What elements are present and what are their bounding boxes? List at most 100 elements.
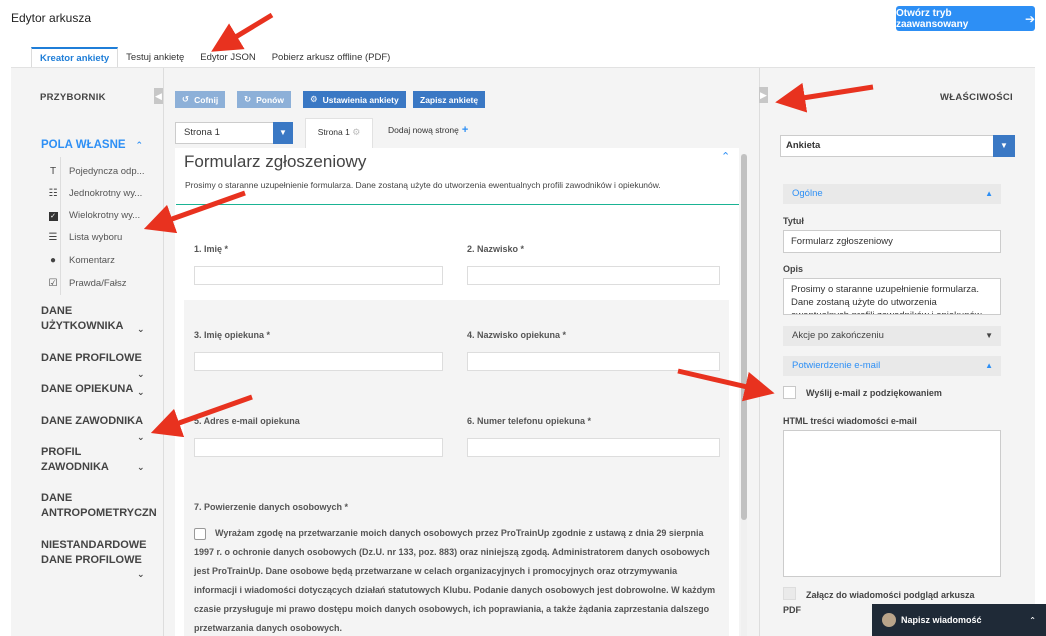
scrollbar-thumb[interactable]: [741, 154, 747, 520]
email-html-textarea[interactable]: [783, 430, 1001, 577]
toolbox-item-checkbox[interactable]: ✓ Wielokrotny wy...: [44, 204, 140, 226]
question-title[interactable]: 1. Imię *: [194, 244, 228, 254]
category-anthropometric-data[interactable]: DANE ANTROPOMETRYCZN: [41, 491, 161, 521]
chevron-down-icon: ⌄: [137, 387, 145, 397]
page-select-value: Strona 1: [184, 127, 220, 138]
last-name-input[interactable]: [467, 266, 720, 285]
editor-tabs: Kreator ankiety Testuj ankietę Edytor JS…: [31, 47, 398, 68]
survey-title[interactable]: Formularz zgłoszeniowy: [184, 152, 366, 172]
category-custom-profile-data[interactable]: NIESTANDARDOWE DANE PROFILOWE ⌄: [41, 538, 153, 579]
dropdown-icon: ☰: [48, 231, 58, 243]
chevron-down-icon[interactable]: ▼: [273, 122, 293, 144]
question-title[interactable]: 6. Numer telefonu opiekuna *: [467, 416, 591, 426]
category-label: NIESTANDARDOWE DANE PROFILOWE: [41, 539, 147, 566]
send-email-checkbox[interactable]: [783, 386, 796, 399]
question-title[interactable]: 7. Powierzenie danych osobowych *: [194, 502, 348, 512]
consent-text: Wyrażam zgodę na przetwarzanie moich dan…: [194, 528, 716, 633]
category-guardian-data[interactable]: DANE OPIEKUNA ⌄: [41, 382, 151, 397]
section-after-complete[interactable]: Akcje po zakończeniu ▼: [783, 326, 1001, 346]
collapse-page-icon[interactable]: ⌃: [721, 150, 730, 163]
object-select-value: Ankieta: [786, 140, 821, 151]
toolbox-item-boolean[interactable]: ☑ Prawda/Fałsz: [44, 272, 127, 294]
question-title[interactable]: 2. Nazwisko *: [467, 244, 524, 254]
description-textarea[interactable]: Prosimy o staranne uzupełnienie formular…: [783, 278, 1001, 315]
toolbox-item-label: Wielokrotny wy...: [69, 209, 141, 221]
survey-settings-label: Ustawienia ankiety: [322, 94, 399, 105]
question-row: [184, 386, 729, 472]
section-general[interactable]: Ogólne ▲: [783, 184, 1001, 204]
advanced-mode-button[interactable]: Otwórz tryb zaawansowany ➔: [896, 6, 1035, 31]
object-select[interactable]: Ankieta ▼: [780, 135, 1015, 157]
page-tab[interactable]: Strona 1 ⚙: [305, 118, 373, 148]
first-name-input[interactable]: [194, 266, 443, 285]
add-page-button[interactable]: Dodaj nową stronę +: [388, 124, 468, 136]
title-label: Tytuł: [783, 216, 804, 226]
question-title[interactable]: 4. Nazwisko opiekuna *: [467, 330, 566, 340]
section-label: Potwierdzenie e-mail: [792, 360, 881, 371]
description-label: Opis: [783, 264, 804, 274]
toolbox-group-header[interactable]: POLA WŁASNE ⌃: [41, 139, 143, 151]
category-user-data[interactable]: DANE UŻYTKOWNIKA ⌄: [41, 304, 145, 334]
avatar: [882, 613, 896, 627]
chevron-up-icon: ▲: [985, 361, 993, 370]
toolbox-collapse-icon[interactable]: ◀: [154, 88, 163, 104]
chevron-down-icon: ⌄: [137, 432, 145, 442]
category-profile-data[interactable]: DANE PROFILOWE ⌄: [41, 351, 151, 379]
toolbox-group-label: POLA WŁASNE: [41, 139, 126, 151]
chevron-up-icon: ⌃: [135, 139, 144, 150]
arrow-right-icon: ➔: [1024, 11, 1035, 26]
chat-widget[interactable]: Napisz wiadomość ⌃: [872, 604, 1046, 636]
tab-json-editor[interactable]: Edytor JSON: [192, 47, 263, 68]
category-label: DANE ANTROPOMETRYCZN: [41, 492, 157, 519]
toolbox-item-text[interactable]: T Pojedyncza odp...: [44, 160, 145, 182]
advanced-mode-label: Otwórz tryb zaawansowany: [896, 7, 969, 30]
toolbox-item-dropdown[interactable]: ☰ Lista wyboru: [44, 226, 123, 248]
toolbox-item-radiogroup[interactable]: ☷ Jednokrotny wy...: [44, 182, 143, 204]
page-tab-label: Strona 1: [317, 127, 350, 137]
question-title[interactable]: 5. Adres e-mail opiekuna: [194, 416, 300, 426]
text-icon: T: [49, 165, 57, 177]
attach-pdf-label: Załącz do wiadomości podgląd arkusza: [806, 590, 975, 600]
undo-button[interactable]: ↺ Cofnij: [175, 91, 226, 108]
checkbox-icon: ✓: [48, 211, 58, 221]
save-survey-button[interactable]: Zapisz ankietę: [413, 91, 486, 108]
toolbox-item-label: Pojedyncza odp...: [69, 165, 145, 177]
title-input[interactable]: Formularz zgłoszeniowy: [783, 230, 1001, 253]
gear-icon[interactable]: ⚙: [352, 127, 360, 137]
question-title[interactable]: 3. Imię opiekuna *: [194, 330, 270, 340]
tab-designer[interactable]: Kreator ankiety: [31, 47, 119, 68]
attach-pdf-checkbox[interactable]: [783, 587, 796, 600]
send-email-label: Wyślij e-mail z podziękowaniem: [806, 388, 942, 398]
guardian-last-name-input[interactable]: [467, 352, 720, 371]
guardian-phone-input[interactable]: [467, 438, 720, 457]
chevron-down-icon: ⌄: [137, 462, 145, 472]
guardian-email-input[interactable]: [194, 438, 443, 457]
chevron-down-icon: ▼: [985, 331, 993, 340]
add-page-label: Dodaj nową stronę: [388, 125, 459, 135]
chevron-down-icon[interactable]: ▼: [993, 135, 1015, 157]
category-label: DANE UŻYTKOWNIKA: [41, 305, 124, 332]
tab-download-pdf[interactable]: Pobierz arkusz offline (PDF): [264, 47, 399, 68]
email-html-label: HTML treści wiadomości e-mail: [783, 416, 917, 426]
survey-settings-button[interactable]: ⚙ Ustawienia ankiety: [303, 91, 406, 108]
page-select[interactable]: Strona 1 ▼: [175, 122, 293, 144]
redo-icon: ↻: [244, 94, 252, 104]
redo-button[interactable]: ↻ Ponów: [237, 91, 291, 108]
section-email-confirmation[interactable]: Potwierdzenie e-mail ▲: [783, 356, 1001, 376]
chevron-down-icon: ⌄: [137, 569, 145, 579]
question-row: [184, 300, 729, 386]
boolean-icon: ☑: [48, 277, 58, 289]
tab-test[interactable]: Testuj ankietę: [118, 47, 192, 68]
chat-label: Napisz wiadomość: [901, 615, 982, 625]
chevron-down-icon: ⌄: [137, 369, 145, 379]
question-row: [184, 228, 729, 300]
consent-checkbox[interactable]: [194, 528, 206, 540]
category-athlete-profile[interactable]: PROFIL ZAWODNIKA ⌄: [41, 445, 145, 475]
survey-description[interactable]: Prosimy o staranne uzupełnienie formular…: [185, 180, 661, 190]
chevron-up-icon: ⌃: [1029, 615, 1036, 625]
properties-collapse-icon[interactable]: ▶: [759, 87, 768, 103]
guardian-first-name-input[interactable]: [194, 352, 443, 371]
toolbox-item-comment[interactable]: ● Komentarz: [44, 249, 115, 271]
category-athlete-data[interactable]: DANE ZAWODNIKA ⌄: [41, 414, 151, 442]
comment-icon: ●: [49, 254, 57, 266]
